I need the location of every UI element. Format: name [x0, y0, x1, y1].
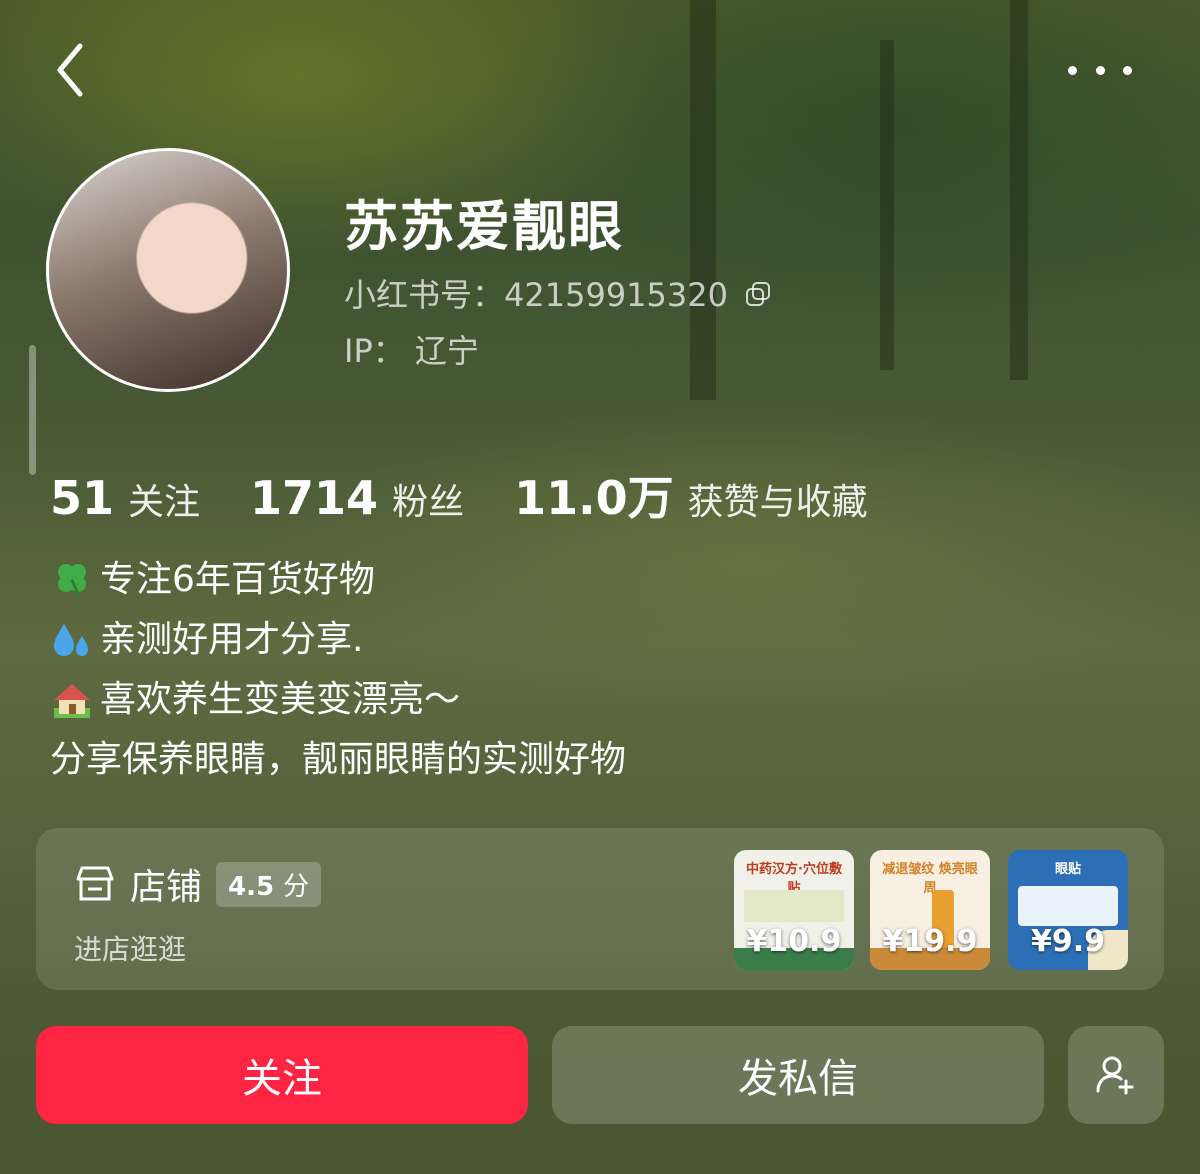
copy-icon[interactable] — [745, 282, 770, 306]
product-thumb[interactable]: 中药汉方·穴位敷贴 ¥10.9 — [734, 850, 854, 970]
stat-label: 粉丝 — [392, 482, 465, 523]
user-id-row: 小红书号：42159915320 — [344, 270, 770, 316]
droplets-icon — [54, 624, 88, 656]
avatar[interactable] — [46, 148, 290, 392]
store-icon — [76, 866, 114, 901]
back-chevron-left-icon[interactable] — [52, 40, 92, 100]
stat-likes-collects[interactable]: 11.0万 获赞与收藏 — [514, 462, 868, 528]
add-user-icon — [1096, 1056, 1134, 1095]
user-id-text: 小红书号：42159915320 — [344, 276, 728, 314]
follow-button[interactable]: 关注 — [36, 1026, 528, 1124]
bio-text: 专注6年百货好物 — [100, 559, 375, 600]
stat-number: 11.0万 — [514, 471, 674, 525]
bio-line: 喜欢养生变美变漂亮～ — [50, 670, 626, 730]
house-icon — [54, 684, 90, 718]
shop-title: 店铺 — [130, 867, 203, 908]
product-price: ¥10.9 — [746, 924, 842, 959]
profile-name: 苏苏爱靓眼 — [344, 195, 624, 258]
stat-number: 51 — [50, 471, 115, 525]
stat-label: 获赞与收藏 — [687, 482, 868, 523]
background-tree — [690, 0, 716, 400]
clover-icon — [58, 564, 86, 599]
bio-line: 专注6年百货好物 — [50, 550, 626, 610]
more-horizontal-icon[interactable] — [1068, 66, 1132, 80]
add-friend-button[interactable] — [1068, 1026, 1164, 1124]
ip-location: IP： 辽宁 — [344, 332, 479, 370]
bio-text: 亲测好用才分享. — [100, 619, 364, 660]
shop-card[interactable]: 店铺 4.5 分 进店逛逛 中药汉方·穴位敷贴 ¥10.9 减退皱纹 焕亮眼周 … — [36, 828, 1164, 990]
stat-following[interactable]: 51 关注 — [50, 471, 200, 525]
bio-line: 亲测好用才分享. — [50, 610, 626, 670]
stat-label: 关注 — [128, 482, 201, 523]
shop-rating-badge: 4.5 分 — [216, 861, 322, 907]
bio: 专注6年百货好物 亲测好用才分享. 喜欢养生变美变漂亮～ 分享保养眼睛，靓丽眼睛… — [50, 550, 626, 790]
product-thumb[interactable]: 眼贴 ¥9.9 — [1008, 850, 1128, 970]
profile-page: 苏苏爱靓眼 小红书号：42159915320 IP： 辽宁 51 关注 1714… — [0, 0, 1200, 1174]
product-price: ¥19.9 — [882, 924, 978, 959]
stats-row: 51 关注 1714 粉丝 11.0万 获赞与收藏 — [50, 462, 918, 528]
shop-title-row: 店铺 4.5 分 — [74, 858, 322, 910]
bio-line: 分享保养眼睛，靓丽眼睛的实测好物 — [50, 730, 626, 790]
background-tree — [1010, 0, 1028, 380]
bio-text: 喜欢养生变美变漂亮～ — [100, 679, 461, 720]
bio-text: 分享保养眼睛，靓丽眼睛的实测好物 — [50, 739, 627, 780]
scroll-indicator — [29, 345, 36, 475]
message-button[interactable]: 发私信 — [552, 1026, 1044, 1124]
background-tree — [880, 40, 894, 370]
product-thumb[interactable]: 减退皱纹 焕亮眼周 ¥19.9 — [870, 850, 990, 970]
product-price: ¥9.9 — [1030, 924, 1106, 959]
shop-enter-link[interactable]: 进店逛逛 — [74, 928, 186, 968]
stat-number: 1714 — [250, 471, 379, 525]
stat-followers[interactable]: 1714 粉丝 — [250, 471, 464, 525]
product-caption: 眼贴 — [1054, 862, 1081, 877]
product-caption: 减退皱纹 焕亮眼周 — [882, 862, 978, 896]
